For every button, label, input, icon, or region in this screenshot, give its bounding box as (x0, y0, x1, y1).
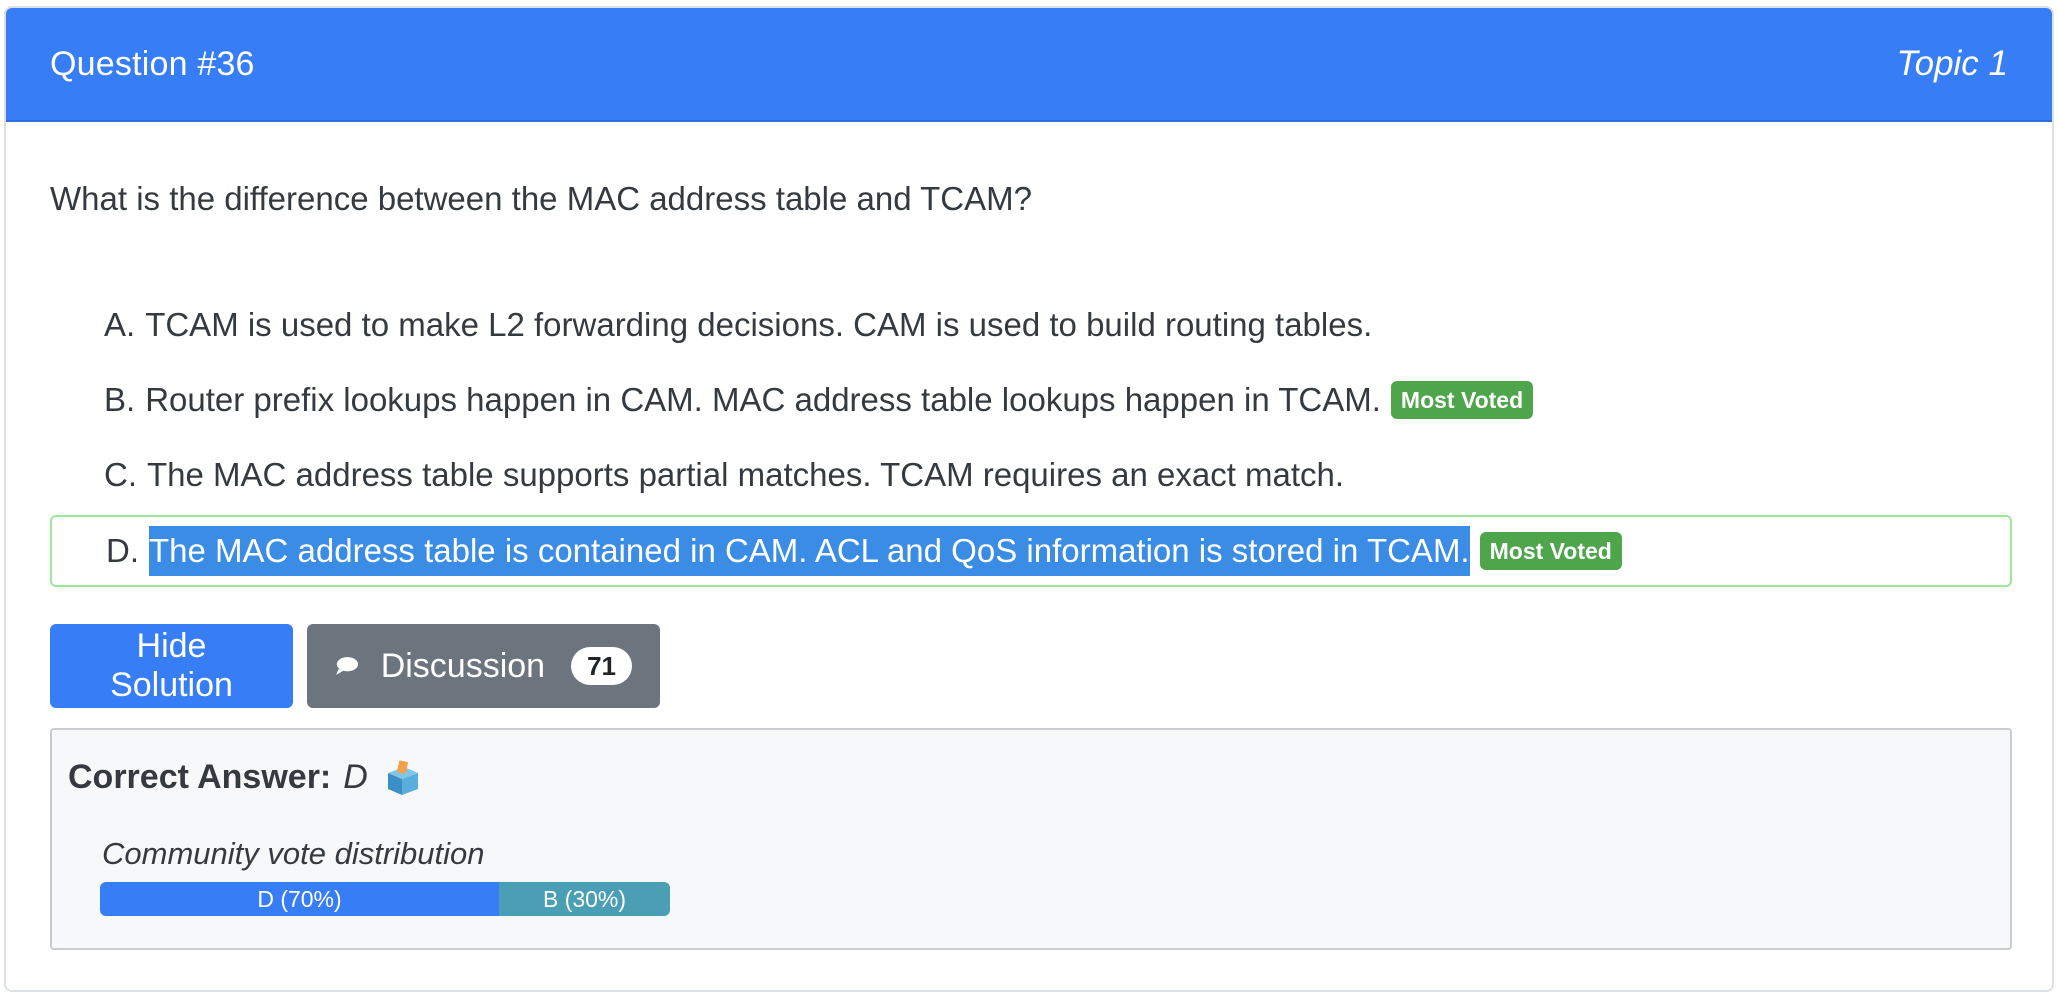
most-voted-badge: Most Voted (1479, 532, 1622, 570)
vote-segment-d: D (70%) (100, 882, 499, 916)
choice-letter: C. (104, 456, 137, 493)
correct-answer-value: D (343, 758, 368, 796)
question-card: Question #36 Topic 1 What is the differe… (4, 6, 2054, 992)
choice-letter: B. (104, 381, 136, 418)
question-number: Question #36 (50, 44, 255, 83)
choice-letter: A. (104, 306, 136, 343)
correct-answer-line: Correct Answer: D (68, 758, 422, 797)
vote-segment-b: B (30%) (499, 882, 670, 916)
correct-answer-label: Correct Answer: (68, 758, 332, 796)
chat-bubble-icon (336, 657, 359, 675)
choice-a[interactable]: A. TCAM is used to make L2 forwarding de… (50, 290, 2012, 360)
choice-c[interactable]: C. The MAC address table supports partia… (50, 440, 2012, 510)
discussion-label: Discussion (380, 646, 546, 685)
choice-d-correct[interactable]: D. The MAC address table is contained in… (50, 515, 2012, 587)
vote-distribution-title: Community vote distribution (102, 836, 485, 871)
ballot-box-icon (387, 759, 418, 795)
choice-b[interactable]: B. Router prefix lookups happen in CAM. … (50, 365, 2012, 435)
choice-letter: D. (106, 532, 139, 569)
choice-text: TCAM is used to make L2 forwarding decis… (145, 306, 1373, 343)
choice-text: Router prefix lookups happen in CAM. MAC… (145, 381, 1381, 418)
most-voted-badge: Most Voted (1390, 381, 1534, 419)
discussion-button[interactable]: Discussion 71 (307, 624, 660, 708)
action-buttons: Hide Solution Discussion 71 (50, 624, 660, 708)
question-header: Question #36 Topic 1 (6, 8, 2052, 122)
question-text: What is the difference between the MAC a… (50, 180, 1032, 217)
vote-distribution-bar: D (70%) B (30%) (100, 882, 670, 916)
topic-label: Topic 1 (1896, 44, 2008, 83)
choice-text: The MAC address table supports partial m… (147, 456, 1345, 493)
choice-list: A. TCAM is used to make L2 forwarding de… (50, 290, 2012, 592)
hide-solution-button[interactable]: Hide Solution (50, 624, 293, 708)
discussion-count-badge: 71 (571, 647, 632, 685)
answer-panel: Correct Answer: D Community vote distrib… (50, 728, 2012, 950)
choice-text-selected: The MAC address table is contained in CA… (149, 526, 1470, 576)
